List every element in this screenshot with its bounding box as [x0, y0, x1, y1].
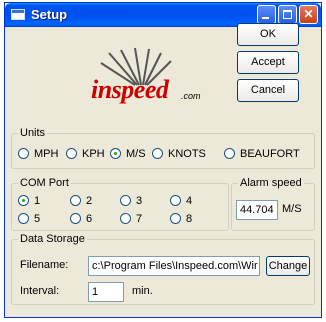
minimize-button[interactable] [257, 5, 276, 24]
units-legend: Units [18, 127, 48, 139]
minimize-icon [262, 17, 269, 19]
radio-label: 6 [86, 213, 93, 225]
radio-icon [170, 213, 181, 224]
interval-label: Interval: [20, 285, 60, 297]
close-icon: ✕ [303, 7, 314, 21]
radio-label: KNOTS [168, 148, 206, 160]
radio-label: 3 [136, 195, 143, 207]
filename-label: Filename: [20, 259, 69, 271]
alarm-speed-input[interactable]: 44.704 [236, 200, 278, 220]
interval-unit: min. [132, 285, 153, 297]
radio-icon [170, 195, 181, 206]
maximize-button[interactable] [278, 5, 297, 24]
window-icon [11, 9, 25, 20]
radio-label: 5 [34, 213, 41, 225]
radio-selected-icon [18, 195, 29, 206]
radio-label: 7 [136, 213, 143, 225]
radio-label: 2 [86, 195, 93, 207]
radio-label: MPH [34, 148, 59, 160]
accept-button[interactable]: Accept [237, 51, 299, 74]
ok-button[interactable]: OK [237, 23, 299, 46]
cancel-button[interactable]: Cancel [237, 79, 299, 102]
radio-icon [120, 195, 131, 206]
change-button[interactable]: Change [266, 256, 310, 276]
radio-label: BEAUFORT [240, 148, 300, 160]
data-storage-legend: Data Storage [18, 233, 87, 245]
radio-label: KPH [82, 148, 105, 160]
radio-icon [70, 213, 81, 224]
data-storage-group: Data Storage Filename: c:\Program Files\… [11, 233, 315, 305]
alarm-speed-group: Alarm speed 44.704 M/S [231, 177, 315, 231]
logo-suffix-text: .com [181, 91, 201, 101]
radio-label: 1 [34, 195, 41, 207]
radio-icon [18, 148, 29, 159]
radio-label: 8 [186, 213, 193, 225]
interval-input[interactable]: 1 [88, 282, 124, 302]
close-button[interactable]: ✕ [299, 5, 318, 24]
radio-icon [152, 148, 163, 159]
alarm-speed-legend: Alarm speed [238, 177, 304, 189]
radio-icon [70, 195, 81, 206]
radio-icon [120, 213, 131, 224]
radio-icon [224, 148, 235, 159]
radio-icon [66, 148, 77, 159]
com-port-group: COM Port 1 2 3 4 5 6 7 8 [11, 177, 229, 231]
radio-selected-icon [110, 148, 121, 159]
window-title: Setup [31, 7, 68, 22]
inspeed-logo: inspeed .com [75, 47, 205, 105]
radio-label: M/S [126, 148, 146, 160]
com-port-legend: COM Port [18, 177, 71, 189]
radio-icon [18, 213, 29, 224]
filename-input[interactable]: c:\Program Files\Inspeed.com\Wir [88, 256, 260, 276]
radio-label: 4 [186, 195, 193, 207]
maximize-icon [283, 10, 292, 19]
units-group: Units MPH KPH M/S KNOTS BEAUFORT [11, 127, 315, 169]
logo-brand-text: inspeed [91, 75, 169, 104]
setup-dialog: Setup ✕ inspeed .com OK Accept Cancel Un… [4, 2, 322, 318]
alarm-speed-unit: M/S [282, 203, 302, 215]
